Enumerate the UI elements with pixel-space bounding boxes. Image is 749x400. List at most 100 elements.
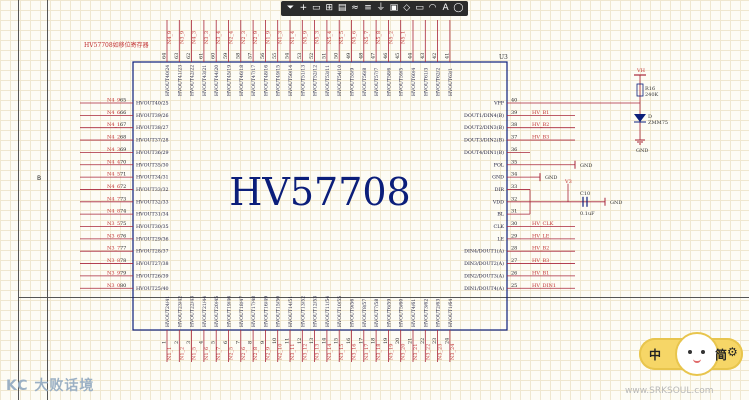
bottom-pin-number: 23 <box>432 338 438 344</box>
left-pin-number: 65 <box>120 98 126 104</box>
shape-tool-icon[interactable]: ◯ <box>452 2 465 15</box>
bus-tool-icon[interactable]: ≡ <box>362 2 375 15</box>
left-net-label: N4_8 <box>107 209 120 215</box>
top-pin-number: 49 <box>346 53 352 59</box>
bottom-net-label: N1_6 <box>204 347 210 360</box>
bottom-net-label: N3_14 <box>327 344 333 360</box>
align-tool-icon[interactable]: ⊞ <box>323 2 336 15</box>
left-pin-name: HVOUT34/31 <box>136 175 169 181</box>
top-net-label: N3_4 <box>216 31 222 44</box>
right-pin-name: POL <box>494 162 505 168</box>
right-pin-name: GND <box>492 175 504 181</box>
zener-diode-icon <box>634 114 646 122</box>
directive-tool-icon[interactable]: ◇ <box>400 2 413 15</box>
bottom-pin-name: HVOUT13/52 <box>300 296 306 327</box>
top-pin-name: HVOUT46/18 <box>239 65 245 96</box>
vh-power-label: VH <box>636 68 646 74</box>
right-pin-name: DIN2/DOUT3(A) <box>464 272 504 279</box>
top-pin-number: 55 <box>272 53 278 59</box>
watermark-logo: KC 大败话境 <box>6 378 95 394</box>
top-pin-name: HVOUT55/9 <box>350 68 356 96</box>
bottom-net-label: N3_21 <box>413 344 419 360</box>
bottom-pin-number: 5 <box>211 341 217 344</box>
chinese-mode-button[interactable]: 中 <box>649 346 661 363</box>
top-pin-name: HVOUT47/17 <box>251 65 257 96</box>
left-net-label: N4_3 <box>107 147 120 153</box>
top-pin-number: 59 <box>223 53 229 59</box>
bottom-net-label: N3_17 <box>364 344 370 360</box>
left-pin-name: HVOUT25/40 <box>136 286 169 292</box>
top-net-label: N5_2 <box>388 31 394 44</box>
bottom-pin-name: HVOUT15/50 <box>276 296 282 327</box>
bottom-pin-number: 10 <box>272 338 278 344</box>
bottom-pin-name: HVOUT16/49 <box>263 296 269 327</box>
left-pin-name: HVOUT28/37 <box>136 249 169 255</box>
text-tool-icon[interactable]: A <box>439 2 452 15</box>
left-pin-name: HVOUT37/28 <box>136 138 169 144</box>
bottom-pin-number: 11 <box>285 338 291 344</box>
top-pin-name: HVOUT60/4 <box>411 68 417 96</box>
top-pin-name: HVOUT62/2 <box>436 68 442 96</box>
left-pin-number: 80 <box>120 283 126 289</box>
left-net-label: N3_0 <box>107 283 120 289</box>
right-pin-number: 36 <box>511 147 517 153</box>
bottom-net-label: N1_7 <box>216 347 222 360</box>
top-net-label: N1_4 <box>290 31 296 44</box>
bottom-pin-number: 24 <box>444 338 450 344</box>
left-net-label: N4_1 <box>107 122 120 128</box>
right-pin-number: 28 <box>511 246 517 252</box>
bottom-pin-name: HVOUT8/57 <box>362 299 368 327</box>
top-net-label: N2_3 <box>241 31 247 44</box>
top-pin-number: 47 <box>371 53 377 59</box>
top-pin-number: 50 <box>334 53 340 59</box>
right-net-label: HV_B1 <box>532 110 549 116</box>
right-net-label: HV_DIN1 <box>532 283 556 289</box>
bottom-net-label: N3_22 <box>425 344 431 360</box>
top-pin-number: 45 <box>395 53 401 59</box>
left-pin-name: HVOUT32/33 <box>136 199 169 205</box>
top-net-label: N2_4 <box>229 31 235 44</box>
left-pin-name: HVOUT29/36 <box>136 236 169 242</box>
right-pin-name: LE <box>497 236 504 242</box>
right-net-label: HV_B3 <box>532 135 549 141</box>
bottom-pin-name: HVOUT22/43 <box>190 296 196 327</box>
bottom-pin-name: HVOUT2/63 <box>436 299 442 327</box>
top-net-label: N5_1 <box>401 31 407 44</box>
left-net-label: N3_7 <box>107 246 120 252</box>
mascot-icon <box>675 332 719 376</box>
wire-tool-icon[interactable]: ≈ <box>349 2 362 15</box>
top-pin-number: 64 <box>162 53 168 59</box>
harness-tool-icon[interactable]: ▭ <box>413 2 426 15</box>
move-tool-icon[interactable]: + <box>297 2 310 15</box>
top-pin-name: HVOUT53/11 <box>325 65 331 96</box>
top-pin-name: HVOUT54/10 <box>337 65 343 96</box>
left-pin-number: 66 <box>120 110 126 116</box>
left-pin-number: 70 <box>120 159 126 165</box>
right-pin-number: 38 <box>511 122 517 128</box>
bottom-net-label: N3_20 <box>401 344 407 360</box>
top-pin-number: 54 <box>285 53 291 59</box>
left-net-label: N4_9 <box>107 98 120 104</box>
right-pin-name: DOUT2/DIN3(B) <box>464 124 504 131</box>
bottom-net-label: N3_16 <box>352 344 358 360</box>
select-tool-icon[interactable]: ▭ <box>310 2 323 15</box>
component-tool-icon[interactable]: ▤ <box>336 2 349 15</box>
port-tool-icon[interactable]: ▣ <box>387 2 400 15</box>
power-tool-icon[interactable]: ⏚ <box>374 2 387 15</box>
left-net-label: N4_2 <box>107 135 120 141</box>
input-method-badge[interactable]: 中 简 ⚙ <box>639 332 743 376</box>
simplified-mode-button[interactable]: 简 <box>715 346 727 363</box>
arc-tool-icon[interactable]: ◠ <box>426 2 439 15</box>
bottom-pin-name: HVOUT18/47 <box>239 296 245 327</box>
right-pin-name: DIN3/DOUT2(A) <box>464 260 504 267</box>
right-net-label: HV_B1 <box>532 270 549 276</box>
gear-icon[interactable]: ⚙ <box>727 345 738 359</box>
bottom-pin-number: 9 <box>260 341 266 344</box>
bottom-net-label: N2_5 <box>229 347 235 360</box>
filter-tool-icon[interactable]: ⏷ <box>284 2 297 15</box>
top-pin-name: HVOUT52/12 <box>313 65 319 96</box>
schematic-drawing[interactable]: HV57708U3HV57708如移位寄存器64HVOUT40/24N4_963… <box>0 0 749 400</box>
left-pin-number: 71 <box>120 172 126 178</box>
left-pin-name: HVOUT30/35 <box>136 224 169 230</box>
top-pin-number: 48 <box>358 53 364 59</box>
